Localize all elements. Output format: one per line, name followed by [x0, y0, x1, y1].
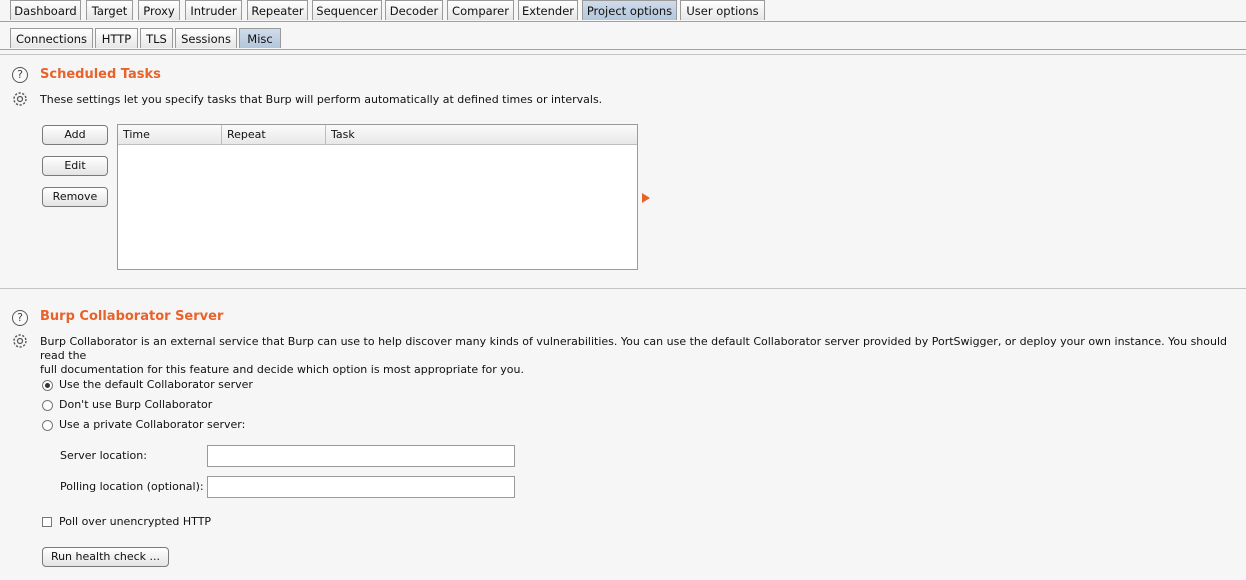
collaborator-description: Burp Collaborator is an external service… [40, 335, 1240, 377]
poll-unencrypted-label[interactable]: Poll over unencrypted HTTP [59, 515, 211, 528]
subtab-misc[interactable]: Misc [239, 28, 281, 48]
subtab-http[interactable]: HTTP [95, 28, 138, 48]
add-task-button[interactable]: Add [42, 125, 108, 145]
radio-no-collaborator[interactable] [42, 400, 53, 411]
tab-intruder[interactable]: Intruder [185, 0, 242, 20]
tab-user-options[interactable]: User options [680, 0, 765, 20]
column-header-repeat[interactable]: Repeat [222, 125, 326, 144]
column-header-task[interactable]: Task [326, 125, 637, 144]
tab-decoder[interactable]: Decoder [385, 0, 443, 20]
scheduled-tasks-title: Scheduled Tasks [40, 67, 161, 82]
gear-icon[interactable] [11, 332, 29, 350]
tab-repeater[interactable]: Repeater [247, 0, 308, 20]
edit-task-button[interactable]: Edit [42, 156, 108, 176]
scheduled-tasks-description: These settings let you specify tasks tha… [40, 93, 603, 106]
section-divider [0, 288, 1246, 289]
subtab-connections[interactable]: Connections [10, 28, 93, 48]
help-icon[interactable]: ? [12, 67, 28, 83]
radio-no-collaborator-label[interactable]: Don't use Burp Collaborator [59, 398, 212, 411]
tab-project-options[interactable]: Project options [582, 0, 677, 20]
collaborator-title: Burp Collaborator Server [40, 309, 224, 324]
radio-default-collaborator-label[interactable]: Use the default Collaborator server [59, 378, 253, 391]
tab-dashboard[interactable]: Dashboard [10, 0, 81, 20]
content-top-divider [0, 54, 1246, 55]
remove-task-button[interactable]: Remove [42, 187, 108, 207]
radio-default-collaborator[interactable] [42, 380, 53, 391]
radio-private-collaborator[interactable] [42, 420, 53, 431]
main-tab-bar: Dashboard Target Proxy Intruder Repeater… [0, 0, 1246, 22]
subtab-tls[interactable]: TLS [140, 28, 173, 48]
polling-location-label: Polling location (optional): [60, 480, 204, 493]
scheduled-tasks-table[interactable]: Time Repeat Task [117, 124, 638, 270]
help-icon[interactable]: ? [12, 310, 28, 326]
collaborator-description-line2: full documentation for this feature and … [40, 363, 524, 376]
polling-location-input[interactable] [207, 476, 515, 498]
table-header: Time Repeat Task [118, 125, 637, 145]
tab-sequencer[interactable]: Sequencer [312, 0, 382, 20]
tab-extender[interactable]: Extender [518, 0, 578, 20]
subtab-sessions[interactable]: Sessions [175, 28, 237, 48]
run-health-check-button[interactable]: Run health check ... [42, 547, 169, 567]
tab-target[interactable]: Target [86, 0, 133, 20]
server-location-label: Server location: [60, 449, 147, 462]
column-header-time[interactable]: Time [118, 125, 222, 144]
tab-comparer[interactable]: Comparer [447, 0, 514, 20]
collaborator-description-line1: Burp Collaborator is an external service… [40, 335, 1228, 362]
server-location-input[interactable] [207, 445, 515, 467]
gear-icon[interactable] [11, 90, 29, 108]
tab-proxy[interactable]: Proxy [138, 0, 180, 20]
sub-tab-bar: Connections HTTP TLS Sessions Misc [0, 28, 1246, 50]
expand-arrow-icon[interactable] [642, 193, 650, 203]
poll-unencrypted-checkbox[interactable] [42, 517, 52, 527]
radio-private-collaborator-label[interactable]: Use a private Collaborator server: [59, 418, 245, 431]
